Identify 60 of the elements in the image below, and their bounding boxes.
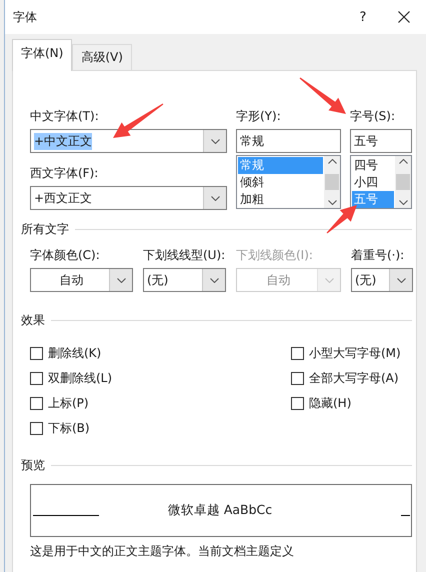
field-label: 中文字体(T): [30,108,100,124]
tab[interactable]: 高级(V) [72,44,132,70]
tab[interactable]: 字体(N) [12,39,72,71]
scroll-down-icon[interactable] [328,200,336,205]
chevron-down-icon [324,278,334,282]
scrollbar[interactable] [324,156,340,208]
field-label: 下划线颜色(I): [236,247,314,263]
field-label: 着重号(·): [351,247,406,263]
scrollbar[interactable] [395,156,411,208]
annotation-arrow [300,78,346,114]
input-field[interactable]: 常规 [236,129,341,153]
window-title: 字体 [13,8,38,26]
checkbox[interactable] [30,372,43,385]
checkbox[interactable] [30,347,43,360]
annotation-arrow [113,104,164,138]
input-field[interactable]: 五号 [350,129,412,153]
checkbox[interactable] [291,372,304,385]
list-item[interactable]: 倾斜 [238,174,323,191]
list-item[interactable]: 小四 [352,174,394,191]
list-box[interactable]: 常规 倾斜 加粗 [236,155,341,209]
scroll-up-icon[interactable] [398,159,408,164]
checkbox-label[interactable]: 下标(B) [48,420,90,437]
chevron-down-icon [116,278,126,282]
dropdown[interactable]: +西文正文 [30,186,227,210]
field-label: 字号(S): [350,108,396,124]
checkbox-label[interactable]: 小型大写字母(M) [309,345,401,362]
checkbox-label[interactable]: 上标(P) [48,395,89,412]
help-button[interactable]: ? [348,10,378,24]
dropdown[interactable]: (无) [351,268,413,292]
scroll-up-icon[interactable] [328,159,336,164]
checkbox[interactable] [291,347,304,360]
list-item[interactable]: 四号 [352,157,394,174]
checkbox-label[interactable]: 删除线(K) [48,345,102,362]
checkbox-label[interactable]: 双删除线(L) [48,370,112,387]
checkbox-label[interactable]: 隐藏(H) [309,395,352,412]
chevron-down-icon [210,196,220,200]
checkbox[interactable] [30,422,43,435]
section-heading: 所有文字 [21,221,69,238]
dropdown[interactable]: 自动 [30,268,133,292]
preview-sample: 微软卓越 AaBbCc [166,502,274,519]
list-item[interactable]: 加粗 [238,191,323,208]
section-heading: 效果 [21,312,45,329]
field-label: 西文字体(F): [30,165,100,181]
chevron-down-icon [210,138,220,144]
chevron-down-icon [210,278,218,282]
chevron-down-icon [396,278,406,282]
section-heading: 预览 [21,457,45,474]
checkbox[interactable] [30,397,43,410]
field-label: 字形(Y): [236,108,282,124]
checkbox-label[interactable]: 全部大写字母(A) [309,370,399,387]
annotation-arrow [326,205,357,234]
preview-description: 这是用于中文的正文主题字体。当前文档主题定义 [30,543,295,560]
field-label: 字体颜色(C): [30,247,101,263]
dropdown[interactable]: (无) [143,268,226,292]
field-label: 下划线线型(U): [143,247,226,263]
close-icon[interactable] [398,11,410,23]
dropdown[interactable]: +中文正文 [30,129,227,153]
scroll-down-icon[interactable] [398,200,408,205]
list-box[interactable]: 四号 小四 五号 [350,155,412,209]
checkbox[interactable] [291,397,304,410]
